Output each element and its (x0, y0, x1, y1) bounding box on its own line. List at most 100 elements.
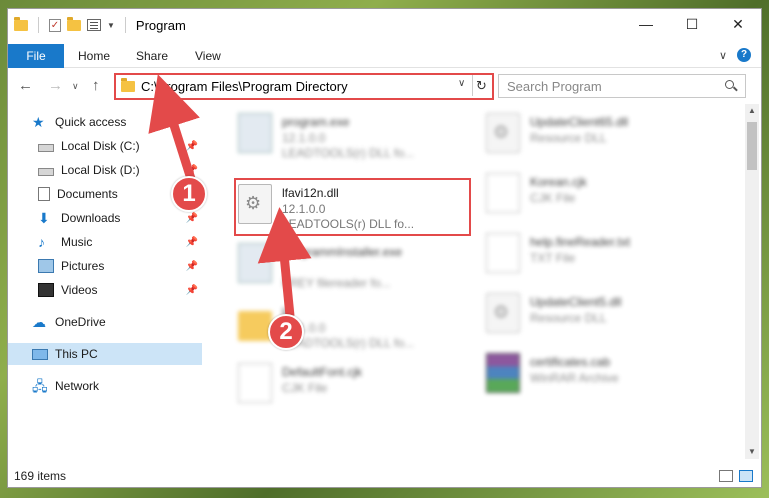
pin-icon[interactable]: 📌 (186, 141, 198, 152)
chevron-down-icon[interactable]: ▼ (107, 21, 115, 30)
document-icon (486, 173, 520, 213)
sidebar-item-quick-access[interactable]: ★ Quick access (32, 111, 202, 133)
search-box[interactable]: Search Program (498, 74, 746, 98)
window-controls: — ☐ ✕ (623, 9, 761, 39)
file-item-program-exe[interactable]: program.exe 12.1.0.0 LEADTOOLS(r) DLL fo… (228, 107, 468, 165)
scroll-down-icon[interactable]: ▼ (745, 445, 759, 459)
pin-icon[interactable]: 📌 (186, 237, 198, 248)
sidebar-item-label: Local Disk (C:) (61, 139, 140, 153)
forward-arrow-icon[interactable]: → (48, 77, 63, 94)
disk-icon (38, 167, 54, 176)
sidebar-item-network[interactable]: 🖧 Network (32, 375, 202, 397)
tiles-view-icon[interactable] (739, 470, 753, 482)
sidebar-item-label: Videos (61, 283, 98, 297)
minimize-button[interactable]: — (623, 9, 669, 39)
file-item-installer-exe[interactable]: ProgrammInstaller.exe FREY filereader fo… (228, 237, 468, 295)
disk-icon (38, 143, 54, 152)
sidebar-item-label: Pictures (61, 259, 105, 273)
sidebar-item-music[interactable]: ♪ Music 📌 (38, 231, 202, 253)
help-icon[interactable]: ? (737, 48, 751, 62)
divider (124, 17, 126, 33)
window-title: Program (135, 17, 186, 33)
ribbon-tabs: File Home Share View ∨ ? (8, 44, 761, 68)
address-highlight-box: C:\Program Files\Program Directory ∨ ↻ (114, 73, 494, 100)
pin-icon[interactable]: 📌 (186, 165, 198, 176)
sidebar-item-label: Local Disk (D:) (61, 163, 140, 177)
close-button[interactable]: ✕ (715, 9, 761, 39)
exe-icon (238, 113, 272, 153)
sidebar-item-onedrive[interactable]: ☁ OneDrive (32, 311, 202, 333)
new-folder-icon[interactable] (67, 16, 81, 31)
file-item-certificates-cab[interactable]: certificates.cab WinRAR Archive (476, 347, 716, 405)
quick-access-toolbar: ✓ ▼ Program (14, 16, 186, 33)
tab-home[interactable]: Home (78, 44, 110, 68)
file-item-folder[interactable]: ld 12.1.0.0 LEADTOOLS(r) DLL fo... (228, 297, 468, 355)
pin-icon[interactable]: 📌 (186, 261, 198, 272)
sidebar-item-videos[interactable]: Videos 📌 (38, 279, 202, 301)
pin-icon[interactable]: 📌 (186, 213, 198, 224)
annotation-badge-1: 1 (171, 176, 207, 212)
tab-share[interactable]: Share (136, 44, 168, 68)
sidebar-item-local-disk-c[interactable]: Local Disk (C:) 📌 (38, 135, 202, 157)
search-input[interactable]: Search Program (507, 79, 602, 94)
scroll-up-icon[interactable]: ▲ (745, 104, 759, 118)
star-icon: ★ (32, 114, 45, 130)
address-dropdown-icon[interactable]: ∨ (458, 78, 465, 89)
ribbon-right: ∨ ? (719, 48, 751, 62)
file-name: ProgrammInstaller.exe (282, 245, 403, 259)
vertical-scrollbar[interactable]: ▲ ▼ (745, 104, 759, 459)
network-icon: 🖧 (32, 378, 48, 394)
expand-ribbon-icon[interactable]: ∨ (719, 49, 727, 62)
refresh-icon[interactable]: ↻ (472, 75, 490, 96)
file-item-korean-cjk[interactable]: Korean.cjk CJK File (476, 167, 716, 225)
file-version: CJK File (530, 191, 576, 205)
documents-icon (38, 187, 50, 201)
archive-icon (486, 353, 520, 393)
document-icon (486, 233, 520, 273)
file-name: UpdateClient65.dll (530, 115, 629, 129)
file-version: Resource DLL (530, 311, 607, 325)
dll-icon (486, 113, 520, 153)
properties-check-icon[interactable]: ✓ (49, 18, 61, 32)
file-name: UpdateClient5.dll (530, 295, 622, 309)
file-name: DefaultFont.cjk (282, 365, 363, 379)
pc-icon (32, 348, 48, 360)
search-icon[interactable] (725, 80, 737, 92)
file-item-updateclient5-dll[interactable]: UpdateClient5.dll Resource DLL (476, 287, 716, 345)
annotation-badge-2: 2 (268, 314, 304, 350)
file-description: FREY filereader fo... (282, 276, 391, 290)
scroll-thumb[interactable] (747, 122, 757, 170)
file-version: CJK File (282, 381, 328, 395)
file-name: help.fineReader.txt (530, 235, 631, 249)
address-text[interactable]: C:\Program Files\Program Directory (141, 79, 348, 94)
recent-chevron-icon[interactable]: ∨ (72, 81, 79, 92)
file-item-defaultfont-cjk[interactable]: DefaultFont.cjk CJK File (228, 357, 468, 415)
up-arrow-icon[interactable]: ↑ (92, 77, 100, 94)
back-arrow-icon[interactable]: ← (18, 77, 33, 94)
pin-icon[interactable]: 📌 (186, 285, 198, 296)
sidebar-item-pictures[interactable]: Pictures 📌 (38, 255, 202, 277)
address-bar[interactable]: C:\Program Files\Program Directory (118, 77, 458, 96)
properties-icon[interactable] (87, 19, 101, 31)
cloud-icon: ☁ (32, 314, 46, 330)
sidebar-item-local-disk-d[interactable]: Local Disk (D:) 📌 (38, 159, 202, 181)
file-version: 12.1.0.0 (282, 131, 326, 145)
tab-file[interactable]: File (8, 44, 64, 68)
sidebar-item-label: Downloads (61, 211, 121, 225)
sidebar-item-this-pc[interactable]: This PC (8, 343, 202, 365)
status-bar: 169 items (8, 465, 761, 487)
dll-icon (486, 293, 520, 333)
downloads-icon: ⬇ (38, 210, 50, 226)
details-view-icon[interactable] (719, 470, 733, 482)
file-item-help-txt[interactable]: help.fineReader.txt TXT File (476, 227, 716, 285)
exe-icon (238, 243, 272, 283)
sidebar-item-downloads[interactable]: ⬇ Downloads 📌 (38, 207, 202, 229)
file-item-updateclient65-dll[interactable]: UpdateClient65.dll Resource DLL (476, 107, 716, 165)
maximize-button[interactable]: ☐ (669, 9, 715, 39)
view-switcher (719, 470, 753, 482)
folder-icon[interactable] (14, 16, 28, 31)
document-icon (238, 363, 272, 403)
item-count: 169 items (14, 469, 67, 483)
title-bar: ✓ ▼ Program — ☐ ✕ (8, 9, 761, 41)
tab-view[interactable]: View (195, 44, 221, 68)
